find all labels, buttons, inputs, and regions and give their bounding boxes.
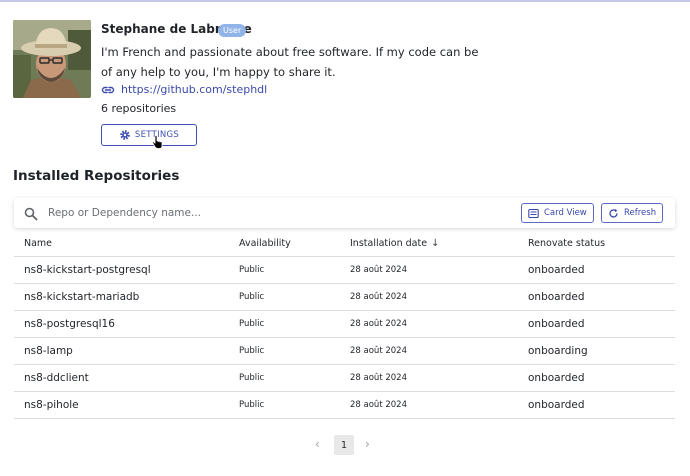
repo-availability: Public	[239, 346, 265, 356]
header-name[interactable]: Name	[14, 238, 239, 249]
repo-name[interactable]: ns8-lamp	[14, 345, 239, 357]
card-view-label: Card View	[544, 208, 587, 218]
table-row[interactable]: ns8-ddclient Public 28 août 2024 onboard…	[14, 365, 675, 392]
repo-availability: Public	[239, 319, 265, 329]
repo-availability: Public	[239, 373, 265, 383]
table-row[interactable]: ns8-lamp Public 28 août 2024 onboarding	[14, 338, 675, 365]
repo-renovate-status: onboarding	[528, 345, 588, 357]
repo-name[interactable]: ns8-pihole	[14, 399, 239, 411]
repo-availability: Public	[239, 292, 265, 302]
repo-installation-date: 28 août 2024	[350, 265, 407, 275]
page-number-button[interactable]: 1	[334, 435, 354, 455]
repo-renovate-status: onboarded	[528, 264, 585, 276]
search-input[interactable]	[48, 204, 348, 222]
repo-installation-date: 28 août 2024	[350, 400, 407, 410]
search-bar: Card View Refresh	[14, 198, 675, 228]
repo-availability: Public	[239, 265, 265, 275]
table-row[interactable]: ns8-kickstart-mariadb Public 28 août 202…	[14, 284, 675, 311]
header-installation-date[interactable]: Installation date ↓	[350, 238, 528, 249]
table-row[interactable]: ns8-kickstart-postgresql Public 28 août …	[14, 257, 675, 284]
header-installation-date-label: Installation date	[350, 237, 428, 249]
link-icon	[101, 82, 115, 96]
card-view-icon	[528, 208, 539, 218]
repo-renovate-status: onboarded	[528, 372, 585, 384]
repo-name[interactable]: ns8-kickstart-postgresql	[14, 264, 239, 276]
repo-renovate-status: onboarded	[528, 318, 585, 330]
settings-button[interactable]: SETTINGS	[101, 124, 197, 146]
card-view-button[interactable]: Card View	[521, 203, 594, 223]
repo-availability: Public	[239, 400, 265, 410]
repo-installation-date: 28 août 2024	[350, 292, 407, 302]
table-row[interactable]: ns8-postgresql16 Public 28 août 2024 onb…	[14, 311, 675, 338]
top-divider	[0, 0, 690, 2]
table-header: Name Availability Installation date ↓ Ren…	[14, 230, 675, 257]
profile-link-row[interactable]: https://github.com/stephdl	[101, 82, 267, 96]
prev-page-button[interactable]: ‹	[315, 437, 320, 451]
repo-renovate-status: onboarded	[528, 399, 585, 411]
search-icon	[24, 206, 38, 221]
gear-icon	[119, 129, 131, 141]
repo-name[interactable]: ns8-kickstart-mariadb	[14, 291, 239, 303]
header-availability[interactable]: Availability	[239, 238, 350, 249]
repository-count: 6 repositories	[101, 102, 177, 115]
repo-installation-date: 28 août 2024	[350, 373, 407, 383]
avatar	[13, 20, 91, 98]
next-page-button[interactable]: ›	[365, 437, 370, 451]
refresh-label: Refresh	[624, 208, 657, 218]
refresh-button[interactable]: Refresh	[601, 203, 664, 223]
hand-cursor-icon	[151, 134, 163, 149]
user-role-badge: User	[218, 24, 247, 37]
header-renovate-status[interactable]: Renovate status	[528, 238, 675, 249]
repo-renovate-status: onboarded	[528, 291, 585, 303]
section-title: Installed Repositories	[13, 168, 180, 184]
profile-bio: I'm French and passionate about free sof…	[101, 45, 479, 79]
table-row[interactable]: ns8-pihole Public 28 août 2024 onboarded	[14, 392, 675, 419]
repositories-table: Name Availability Installation date ↓ Ren…	[14, 230, 675, 419]
sort-down-icon: ↓	[431, 237, 440, 249]
repo-name[interactable]: ns8-ddclient	[14, 372, 239, 384]
github-link[interactable]: https://github.com/stephdl	[121, 83, 267, 96]
repo-installation-date: 28 août 2024	[350, 346, 407, 356]
repo-installation-date: 28 août 2024	[350, 319, 407, 329]
repo-name[interactable]: ns8-postgresql16	[14, 318, 239, 330]
refresh-icon	[609, 208, 618, 218]
